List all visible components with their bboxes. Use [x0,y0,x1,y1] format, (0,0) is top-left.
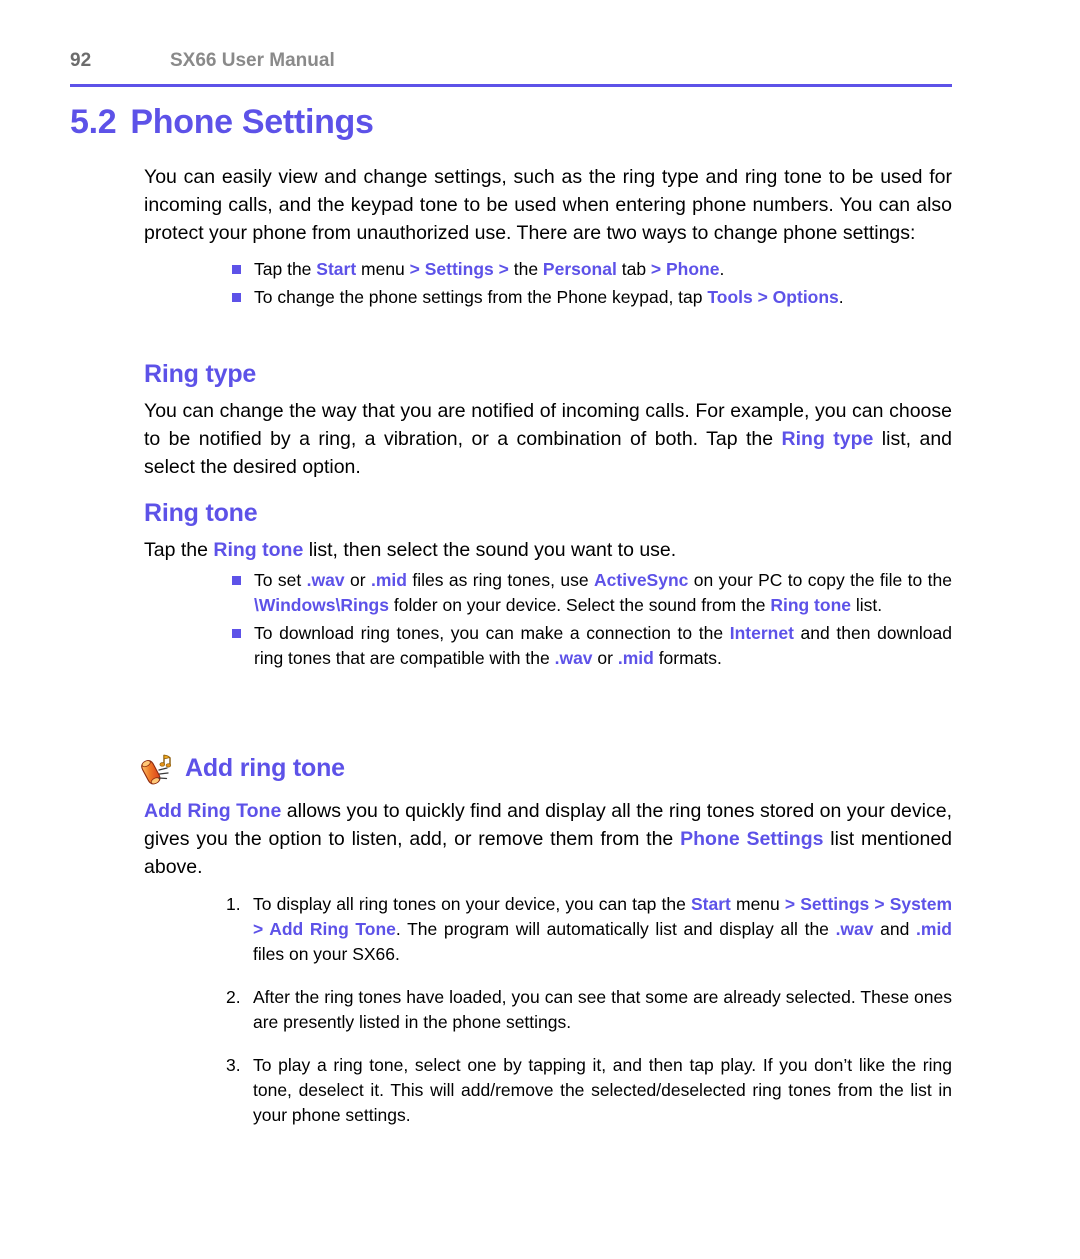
step-number: 3. [226,1055,241,1075]
manual-page: 92 SX66 User Manual 5.2 Phone Settings Yo… [0,0,1080,1259]
intro-bullet-0-run-7[interactable]: > Phone [651,259,720,279]
header-divider [70,84,952,87]
intro-paragraph: You can easily view and change settings,… [144,166,952,244]
intro-bullet-0-run-6: tab [616,259,651,279]
ring-tone-heading: Ring tone [144,499,258,527]
step-2-run-0: To play a ring tone, select one by tappi… [253,1055,952,1125]
step-0-run-5[interactable]: .wav [836,919,874,939]
step-0-run-7[interactable]: .mid [916,919,952,939]
step-number: 2. [226,987,241,1007]
intro-bullet-1-run-0: To change the phone settings from the Ph… [254,287,708,307]
ring-tone-bullet-0-run-1[interactable]: .wav [307,570,345,590]
ringtone-phone-note-icon [140,750,176,786]
step-0-run-1[interactable]: Start [691,894,731,914]
add-ring-tone-paragraph: Add Ring Tone allows you to quickly find… [144,797,952,881]
ring-tone-bullet-0-run-8: folder on your device. Select the sound … [388,595,771,615]
intro-bullet-1-run-1[interactable]: Tools > Options [707,287,838,307]
ring-tone-bullet-item: To set .wav or .mid files as ring tones,… [232,568,952,618]
ring-tone-lead-run-1[interactable]: Ring tone [213,539,303,561]
bullet-square-icon [232,265,241,274]
ring-tone-bullet-0-run-6: on your PC to copy the file to the [688,570,952,590]
page-running-header: 92 SX66 User Manual [70,50,952,80]
intro-bullet-item: To change the phone settings from the Ph… [232,285,952,310]
intro-bullet-0-run-0: Tap the [254,259,317,279]
intro-bullet-list: Tap the Start menu > Settings > the Pers… [232,257,952,313]
intro-bullet-0-run-8: . [719,259,725,279]
page-title: 5.2 Phone Settings [70,103,374,142]
intro-bullet-item: Tap the Start menu > Settings > the Pers… [232,257,952,282]
step-0-run-2: menu [730,894,785,914]
intro-bullet-0-run-3[interactable]: > Settings > [410,259,509,279]
step-item: 3. To play a ring tone, select one by tap… [226,1053,952,1128]
section-title: Phone Settings [130,103,374,141]
ring-tone-bullet-0-run-4: files as ring tones, use [406,570,595,590]
page-number: 92 [70,50,92,71]
ring-tone-bullet-0-run-7[interactable]: \Windows\Rings [254,595,389,615]
ring-type-body-run-1[interactable]: Ring type [782,428,874,450]
ring-tone-bullet-1-run-6: formats. [653,648,722,668]
section-number: 5.2 [70,103,117,141]
add-ring-tone-label: Add ring tone [185,753,345,782]
ring-tone-bullet-1-run-5[interactable]: .mid [618,648,654,668]
intro-bullet-0-run-1[interactable]: Start [316,259,356,279]
step-item: 1. To display all ring tones on your devi… [226,892,952,967]
intro-bullet-0-run-2: menu [356,259,410,279]
bullet-square-icon [232,629,241,638]
bullet-square-icon [232,293,241,302]
step-0-run-6: and [873,919,917,939]
add-ring-tone-steps: 1. To display all ring tones on your devi… [226,892,952,1128]
ring-type-paragraph: You can change the way that you are noti… [144,397,952,481]
ring-tone-bullet-1-run-4: or [592,648,618,668]
ring-tone-bullet-1-run-3[interactable]: .wav [555,648,593,668]
add-ring-tone-heading-row: Add ring tone [140,750,345,786]
bullet-square-icon [232,576,241,585]
add-ring-tone-body-run-0[interactable]: Add Ring Tone [144,800,281,822]
ring-tone-paragraph: Tap the Ring tone list, then select the … [144,536,952,564]
ring-tone-bullet-1-run-0: To download ring tones, you can make a c… [254,623,730,643]
step-item: 2. After the ring tones have loaded, you … [226,985,952,1035]
intro-bullet-0-run-5[interactable]: Personal [543,259,617,279]
step-0-run-8: files on your SX66. [253,944,400,964]
intro-bullet-0-run-4: the [508,259,543,279]
ring-tone-bullet-0-run-10: list. [851,595,883,615]
step-0-run-4: . The program will automatically list an… [395,919,836,939]
ring-tone-bullet-list: To set .wav or .mid files as ring tones,… [232,568,952,674]
intro-bullet-1-run-2: . [838,287,844,307]
ring-tone-bullet-0-run-5[interactable]: ActiveSync [594,570,688,590]
ring-tone-bullet-1-run-1[interactable]: Internet [730,623,794,643]
ring-tone-lead-run-0: Tap the [144,539,214,561]
ring-tone-bullet-0-run-9[interactable]: Ring tone [770,595,851,615]
step-0-run-0: To display all ring tones on your device… [253,894,691,914]
ring-tone-bullet-0-run-2: or [344,570,371,590]
ring-tone-lead-run-2: list, then select the sound you want to … [303,539,677,561]
ring-type-heading: Ring type [144,360,257,388]
step-number: 1. [226,894,241,914]
ring-tone-bullet-0-run-3[interactable]: .mid [371,570,407,590]
ring-tone-bullet-0-run-0: To set [254,570,307,590]
add-ring-tone-body-run-2[interactable]: Phone Settings [680,828,823,850]
ring-tone-bullet-item: To download ring tones, you can make a c… [232,621,952,671]
step-1-run-0: After the ring tones have loaded, you ca… [253,987,952,1032]
manual-title: SX66 User Manual [170,50,335,71]
